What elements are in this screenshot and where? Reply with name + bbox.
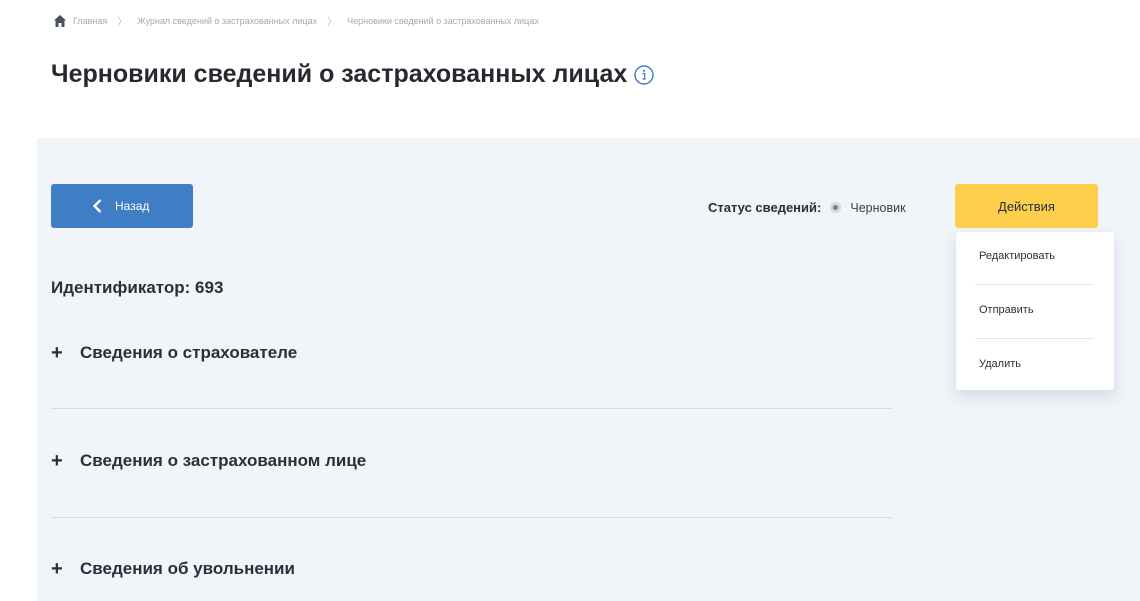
breadcrumb: Главная 〉 Журнал сведений о застрахованн… (53, 13, 539, 28)
back-button-label: Назад (115, 199, 150, 213)
home-icon[interactable] (53, 14, 67, 28)
section-insurer[interactable]: + Сведения о страхователе (51, 343, 892, 363)
section-divider (51, 408, 892, 409)
chevron-right-icon: 〉 (117, 17, 128, 28)
breadcrumb-item-home[interactable]: Главная (73, 16, 107, 26)
content-panel: Назад Статус сведений: Черновик Действия… (37, 138, 1140, 601)
info-icon[interactable] (633, 64, 655, 86)
section-divider (51, 517, 892, 518)
breadcrumb-item-journal[interactable]: Журнал сведений о застрахованных лицах (137, 16, 317, 26)
actions-dropdown: Редактировать Отправить Удалить (956, 232, 1114, 390)
menu-divider (975, 338, 1094, 339)
section-dismissal[interactable]: + Сведения об увольнении (51, 559, 892, 579)
actions-button-label: Действия (998, 198, 1055, 214)
plus-icon: + (51, 558, 63, 580)
menu-divider (975, 284, 1094, 285)
status-label: Статус сведений: (708, 200, 822, 215)
actions-button[interactable]: Действия (955, 184, 1098, 228)
breadcrumb-item-current: Черновики сведений о застрахованных лица… (347, 15, 539, 26)
section-dismissal-header[interactable]: + Сведения об увольнении (51, 559, 892, 579)
back-button[interactable]: Назад (51, 184, 193, 228)
section-label: Сведения об увольнении (80, 559, 295, 578)
page-title-text: Черновики сведений о застрахованных лица… (51, 60, 628, 88)
chevron-left-icon (91, 198, 105, 214)
section-insurer-header[interactable]: + Сведения о страхователе (51, 343, 892, 363)
menu-item-delete[interactable]: Удалить (979, 358, 1021, 370)
section-label: Сведения о страхователе (80, 343, 298, 362)
menu-item-edit[interactable]: Редактировать (979, 250, 1055, 262)
menu-item-send[interactable]: Отправить (979, 304, 1034, 316)
page-title: Черновики сведений о застрахованных лица… (51, 60, 655, 89)
plus-icon: + (51, 450, 63, 472)
section-label: Сведения о застрахованном лице (80, 451, 367, 470)
section-insured-person-header[interactable]: + Сведения о застрахованном лице (51, 451, 892, 471)
status-value: Черновик (850, 200, 906, 215)
record-identifier: Идентификатор: 693 (51, 278, 224, 297)
status-indicator: Статус сведений: Черновик (708, 200, 906, 215)
section-insured-person[interactable]: + Сведения о застрахованном лице (51, 451, 892, 471)
status-dot-icon (830, 202, 842, 213)
plus-icon: + (51, 342, 63, 364)
chevron-right-icon: 〉 (327, 17, 338, 28)
